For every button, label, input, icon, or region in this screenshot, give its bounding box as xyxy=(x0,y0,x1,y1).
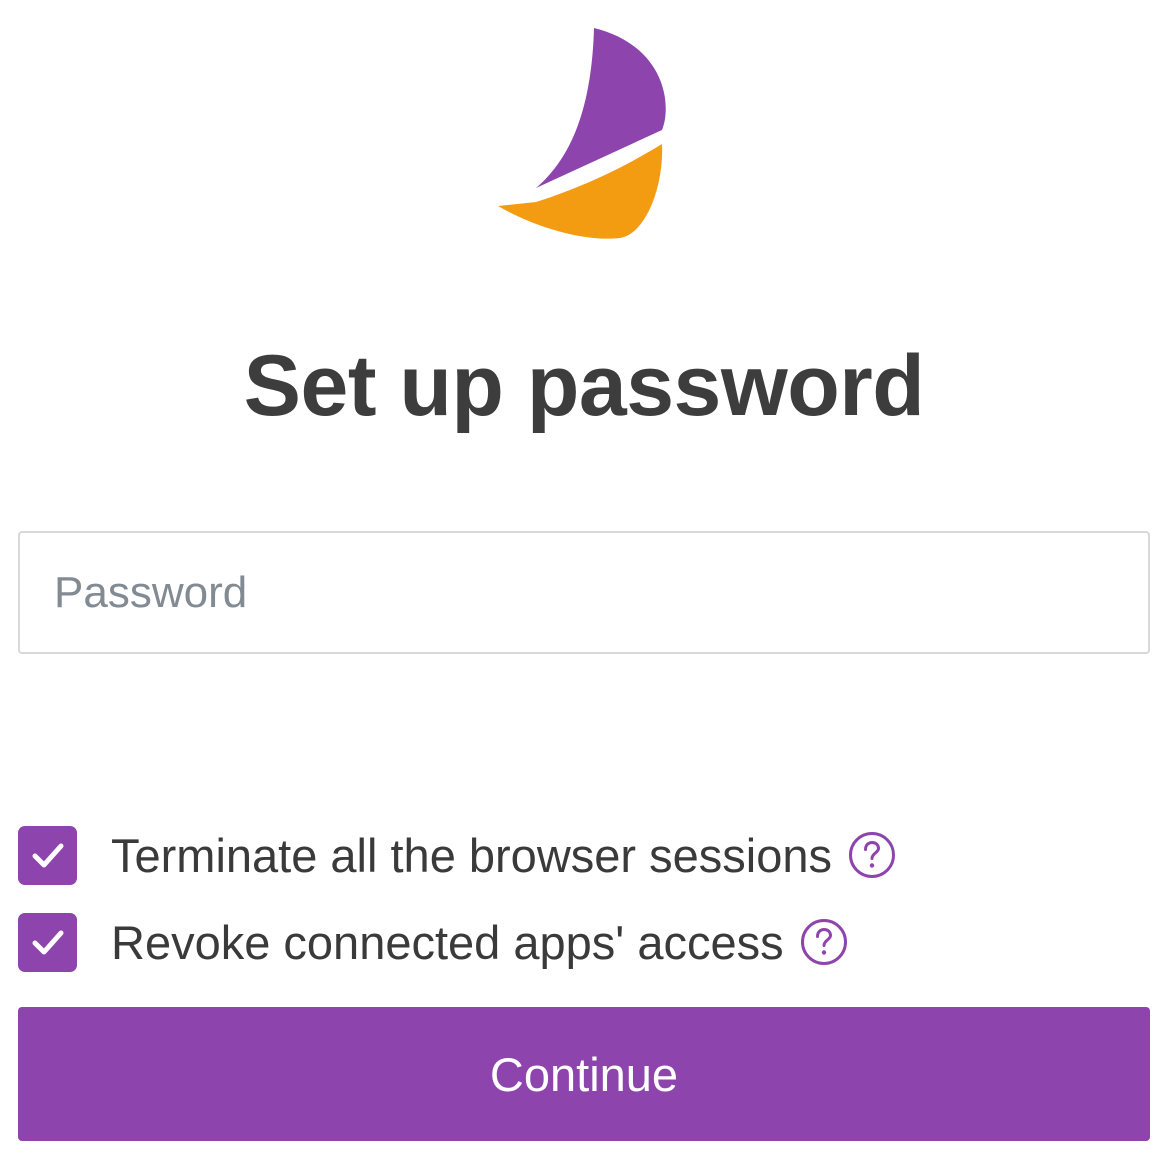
checkmark-icon xyxy=(32,930,63,955)
revoke-apps-option: Revoke connected apps' access xyxy=(18,912,848,972)
question-circle-icon[interactable] xyxy=(800,918,848,966)
terminate-sessions-option: Terminate all the browser sessions xyxy=(18,825,896,885)
password-input[interactable] xyxy=(18,531,1150,654)
revoke-apps-label[interactable]: Revoke connected apps' access xyxy=(111,915,784,970)
question-circle-icon[interactable] xyxy=(848,831,896,879)
continue-button[interactable]: Continue xyxy=(18,1007,1150,1141)
page-title: Set up password xyxy=(243,338,925,434)
terminate-sessions-checkbox[interactable] xyxy=(18,825,77,885)
revoke-apps-checkbox[interactable] xyxy=(18,912,77,972)
sailboat-logo xyxy=(496,26,666,242)
terminate-sessions-label[interactable]: Terminate all the browser sessions xyxy=(111,828,832,883)
checkmark-icon xyxy=(32,843,63,868)
